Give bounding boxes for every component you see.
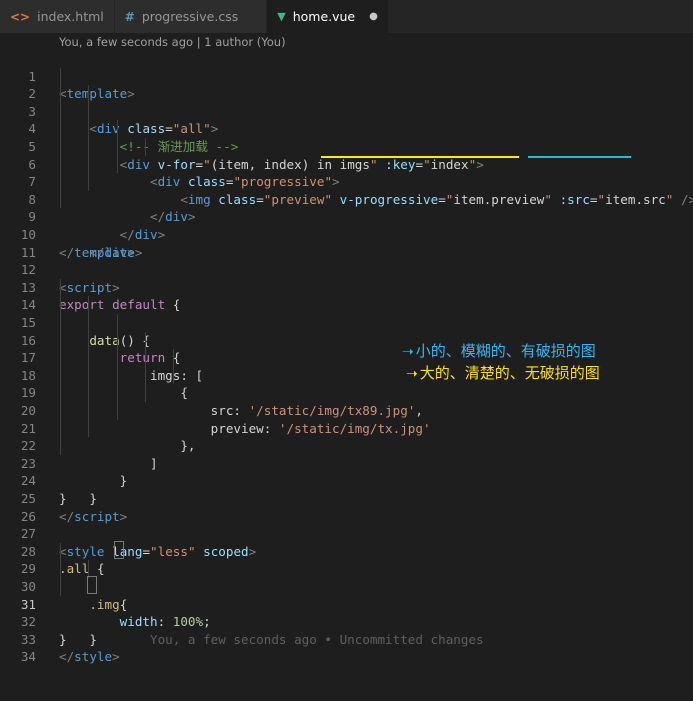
code-line: 30 width: 100%; — [0, 560, 693, 629]
annotation-preview: ➝ 大的、清楚的、无破损的图 — [406, 364, 600, 382]
css-file-icon: # — [124, 9, 135, 24]
arrow-right-icon: ➝ — [406, 366, 418, 382]
tab-label: home.vue — [292, 9, 356, 24]
codelens-blame[interactable]: You, a few seconds ago | 1 author (You) — [59, 35, 286, 50]
tab-home-vue[interactable]: ▼ home.vue ● — [267, 0, 389, 33]
code-line: 28 .all { — [20, 543, 105, 577]
code-line: 11 — [20, 244, 36, 260]
code-line: 7 </div> — [0, 155, 693, 224]
code-line: 15 return { — [0, 296, 693, 365]
code-line: 23 } — [0, 437, 693, 506]
tab-label: index.html — [37, 9, 104, 24]
code-line: 32 } — [20, 614, 67, 647]
code-line: 8 </div> — [0, 173, 693, 242]
bracket-match-highlight — [114, 541, 124, 559]
code-line: 12 <script> — [20, 262, 120, 295]
unsaved-dot-icon[interactable]: ● — [369, 11, 378, 22]
code-line: 29 .img{ — [0, 542, 693, 612]
tab-progressive-css[interactable]: # progressive.css — [114, 0, 268, 33]
code-line: 9 </div> — [0, 190, 693, 260]
code-line: 14 data() { — [0, 278, 693, 348]
code-line: 16 imgs: [ — [0, 314, 693, 383]
code-line: 4 <div v-for="(item, index) in imgs" :ke… — [0, 102, 693, 172]
html-file-icon: <> — [10, 9, 31, 24]
code-line: 34 — [20, 649, 36, 665]
code-line: 5 <div class="progressive"> — [0, 120, 693, 189]
vue-file-icon: ▼ — [277, 10, 286, 23]
bracket-match-highlight — [87, 576, 97, 594]
code-line: 2 <div class="all"> — [0, 67, 693, 136]
code-line-current: 31 } You, a few seconds ago • Uncommitte… — [0, 578, 693, 647]
code-line: 21 ] — [0, 402, 693, 471]
code-line: 13 export default { — [20, 279, 181, 313]
code-line: 26 — [20, 508, 36, 524]
code-line: 25 </script> — [20, 490, 128, 524]
code-line: 3 <!-- 渐进加载 --> — [0, 85, 693, 154]
editor-tab-bar: <> index.html # progressive.css ▼ home.v… — [0, 0, 693, 33]
code-line: 1 <template> — [28, 68, 135, 102]
annotation-src: ➝ 小的、模糊的、有破损的图 — [402, 342, 596, 360]
code-line: 20 }, — [0, 384, 693, 453]
yellow-underline — [321, 156, 519, 158]
tab-index-html[interactable]: <> index.html — [0, 0, 115, 33]
code-line: 22 } — [0, 419, 693, 488]
tab-label: progressive.css — [141, 9, 239, 24]
cyan-underline — [528, 156, 631, 158]
code-line: 27 <style lang="less" scoped> — [20, 526, 257, 559]
arrow-right-icon: ➝ — [402, 344, 414, 360]
code-line: 10 </template> — [20, 226, 143, 260]
code-line: 6 <img class="preview" v-progressive="it… — [0, 138, 693, 207]
code-line: 33 </style> — [20, 631, 120, 665]
code-line: 24 } — [20, 473, 67, 506]
